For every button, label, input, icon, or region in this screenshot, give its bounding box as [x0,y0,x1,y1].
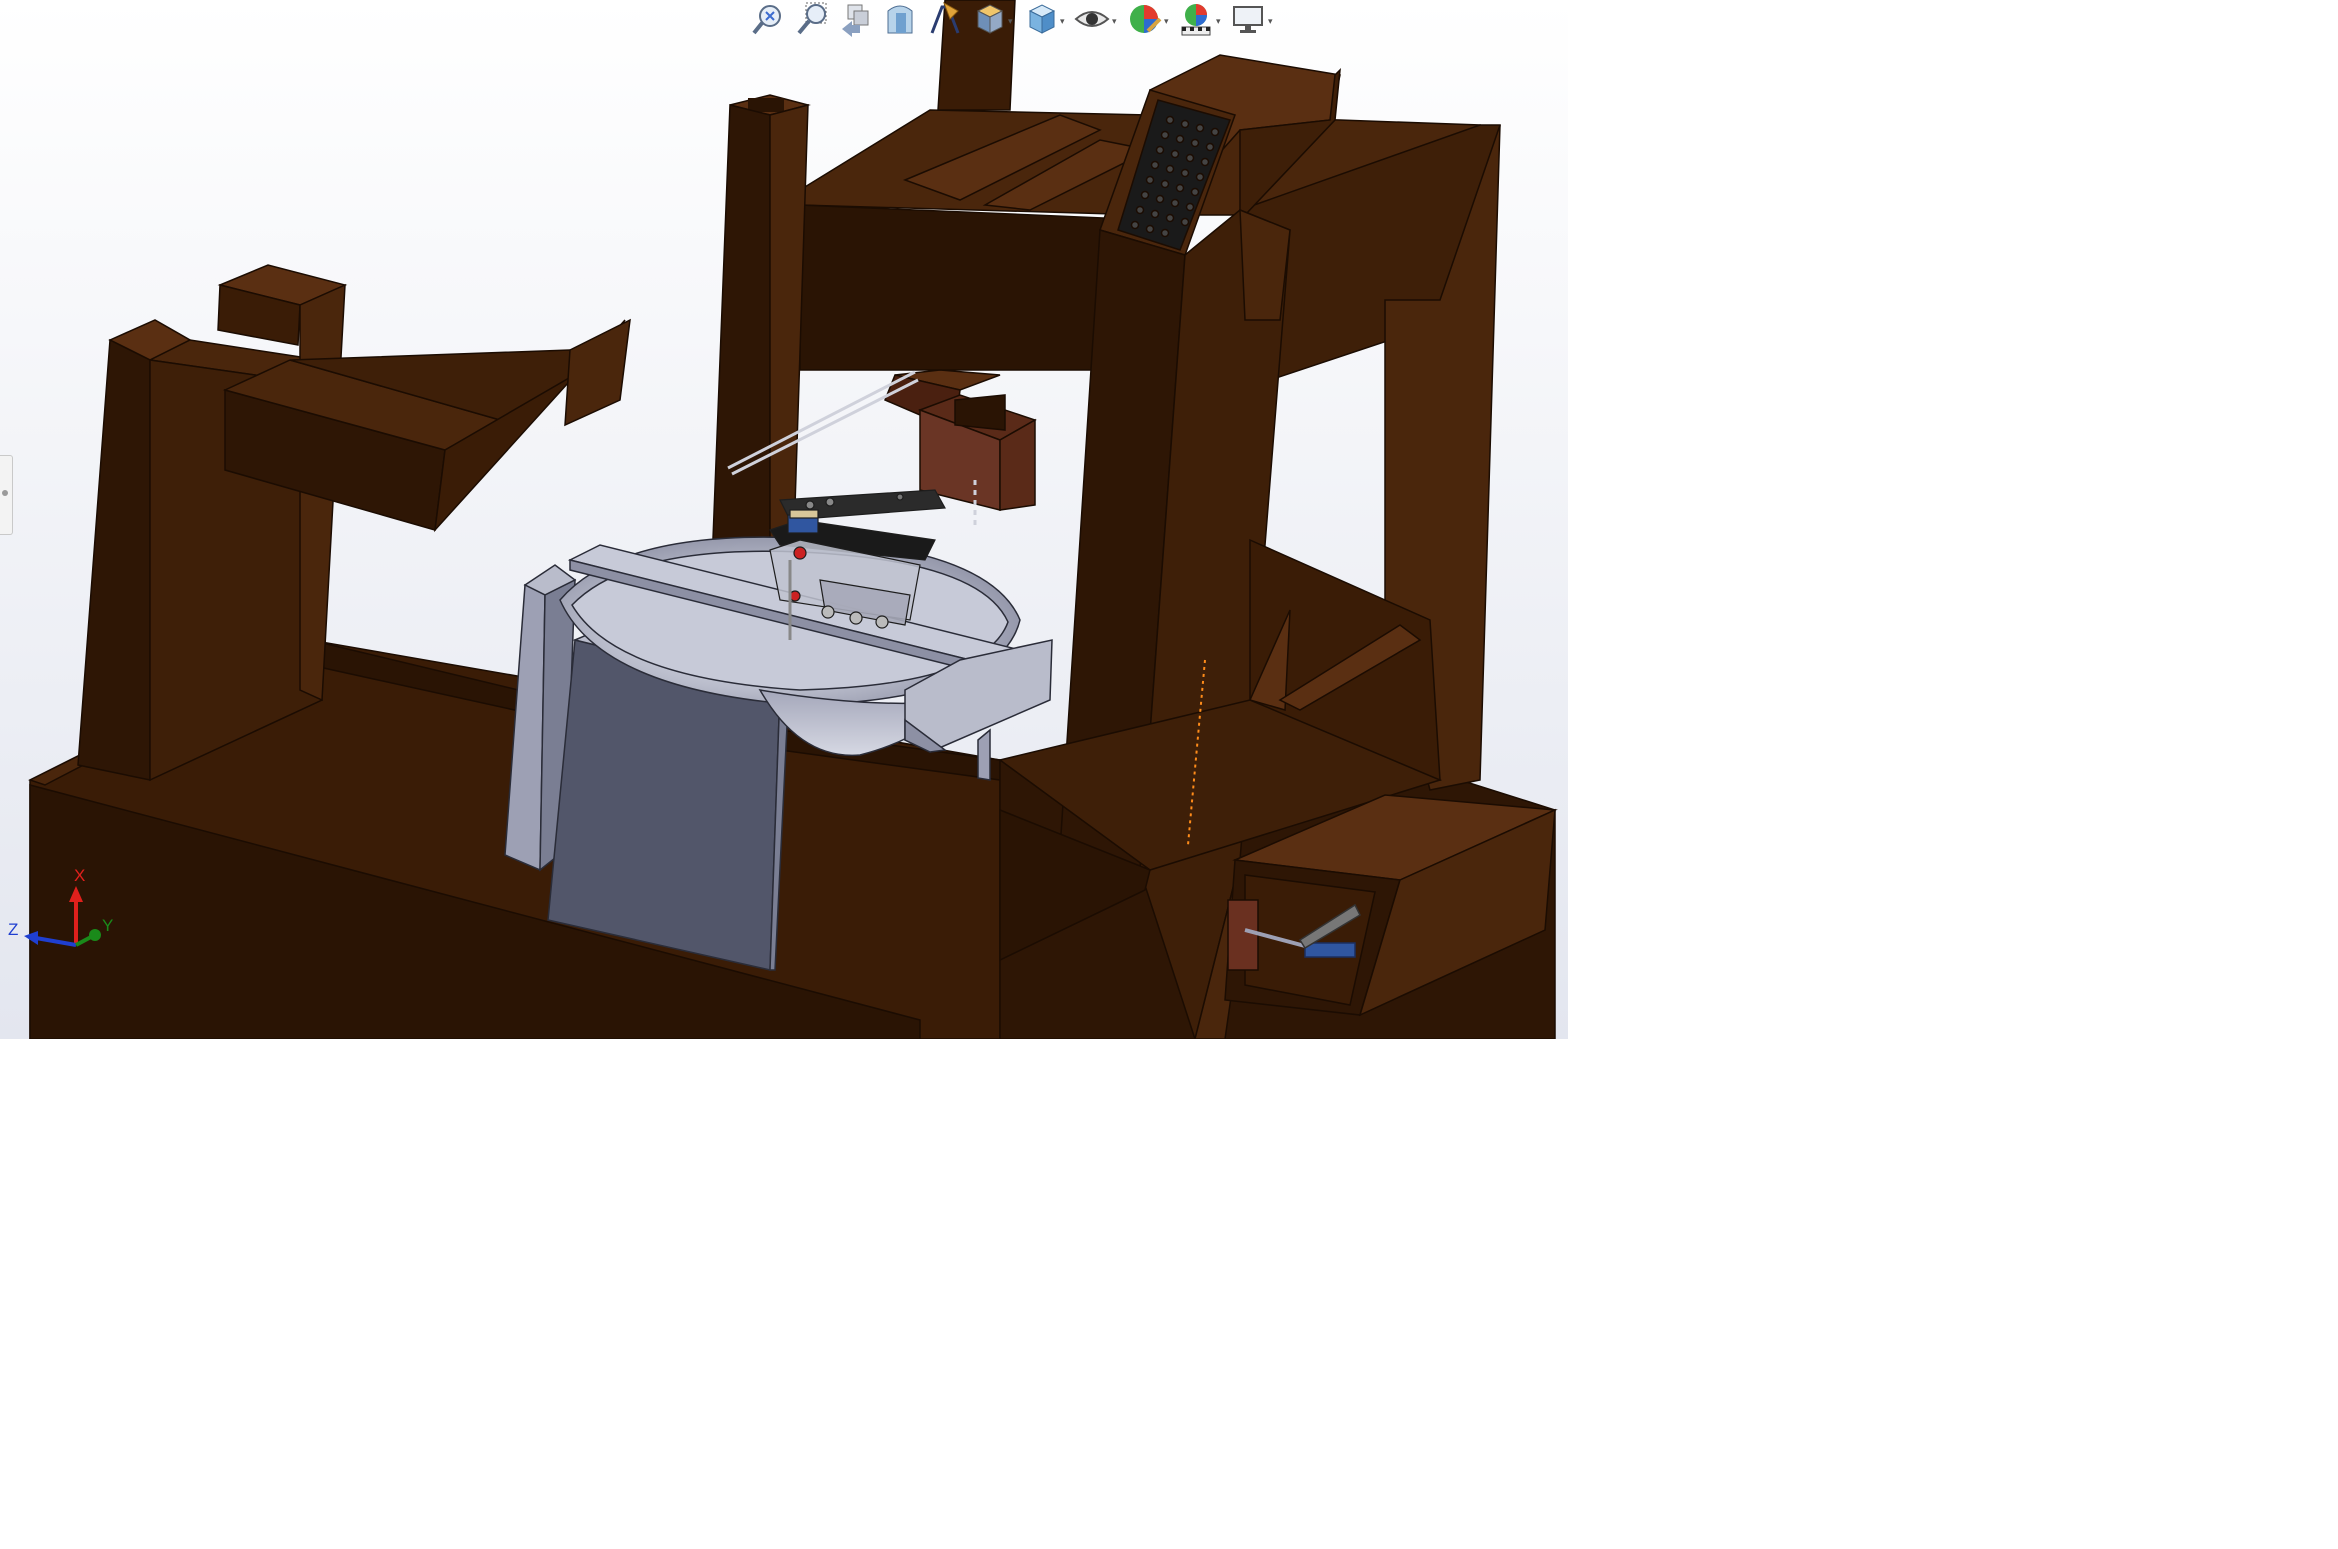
graphics-viewport[interactable]: ▾ ▾ ▾ ▾ ▾ ▾ X Y Z [0,0,1568,1039]
annotation-view-icon [930,1,960,34]
annotation-view-button[interactable] [926,1,966,41]
zoom-fit-button[interactable] [750,1,790,41]
hide-show-icon [1074,11,1110,27]
zoom-fit-icon [752,5,781,35]
section-view-icon [887,5,913,34]
view-settings-button[interactable] [1230,1,1270,41]
side-panel-toggle[interactable] [0,455,13,535]
edit-appearance-button[interactable] [1126,1,1166,41]
view-orientation-button[interactable] [970,1,1010,41]
zoom-area-button[interactable] [794,1,834,41]
triad-x-label: X [74,866,86,885]
display-style-button[interactable] [1022,1,1062,41]
model-view[interactable] [0,0,1568,1039]
triad-z-label: Z [8,920,19,939]
view-orientation-icon [976,4,1004,34]
apply-scene-button[interactable] [1178,1,1218,41]
heads-up-view-toolbar: ▾ ▾ ▾ ▾ ▾ ▾ [750,0,1278,42]
reference-triad[interactable]: X Y Z [6,860,126,960]
triad-axes-icon [24,886,101,947]
previous-view-icon [842,4,869,37]
view-settings-icon [1233,6,1263,33]
edit-appearance-icon [1130,5,1162,33]
hide-show-button[interactable] [1074,1,1114,41]
zoom-area-icon [797,2,827,35]
side-panel-grip-icon [2,490,8,496]
section-view-button[interactable] [882,1,922,41]
triad-y-label: Y [102,916,114,935]
apply-scene-icon [1181,4,1211,36]
display-style-icon [1028,4,1056,34]
previous-view-button[interactable] [838,1,878,41]
